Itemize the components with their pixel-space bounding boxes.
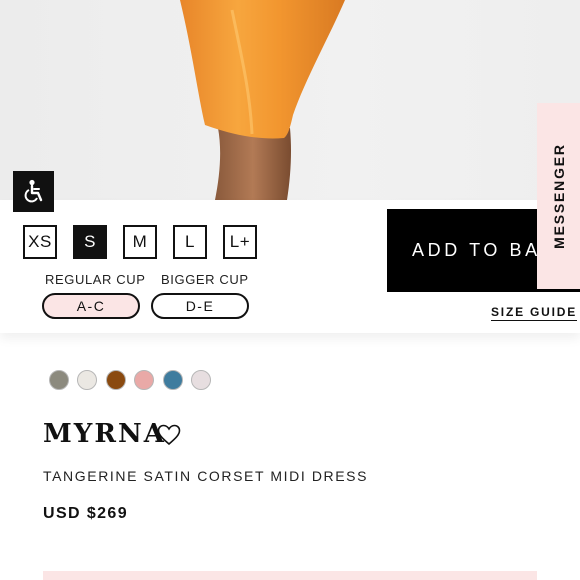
heart-icon <box>157 424 181 446</box>
promo-banner <box>43 571 537 580</box>
wishlist-button[interactable] <box>157 424 181 451</box>
color-swatch-blush[interactable] <box>191 370 211 390</box>
add-to-bag-label: ADD TO BA <box>412 240 541 260</box>
color-swatch-brown[interactable] <box>106 370 126 390</box>
accessibility-button[interactable] <box>13 171 54 212</box>
messenger-tab[interactable]: MESSENGER <box>537 103 580 289</box>
size-option-l[interactable]: L <box>173 225 207 259</box>
product-image <box>0 0 580 200</box>
product-description: TANGERINE SATIN CORSET MIDI DRESS <box>43 468 369 484</box>
bigger-cup-label: BIGGER CUP <box>161 272 249 287</box>
cup-option-a-c[interactable]: A-C <box>42 293 140 319</box>
product-name: MYRNA <box>43 419 166 449</box>
color-swatch-blue[interactable] <box>163 370 183 390</box>
accessibility-icon <box>24 179 42 202</box>
color-swatch-olive[interactable] <box>49 370 69 390</box>
size-option-l-plus[interactable]: L+ <box>223 225 257 259</box>
size-option-s[interactable]: S <box>73 225 107 259</box>
cup-option-d-e[interactable]: D-E <box>151 293 249 319</box>
size-option-xs[interactable]: XS <box>23 225 57 259</box>
dress-photo <box>180 0 345 200</box>
product-price: USD $269 <box>43 505 129 522</box>
messenger-label: MESSENGER <box>550 143 567 249</box>
color-swatch-ivory[interactable] <box>77 370 97 390</box>
regular-cup-label: REGULAR CUP <box>45 272 146 287</box>
size-option-m[interactable]: M <box>123 225 157 259</box>
size-guide-link[interactable]: SIZE GUIDE <box>491 306 578 321</box>
color-swatch-pink[interactable] <box>134 370 154 390</box>
